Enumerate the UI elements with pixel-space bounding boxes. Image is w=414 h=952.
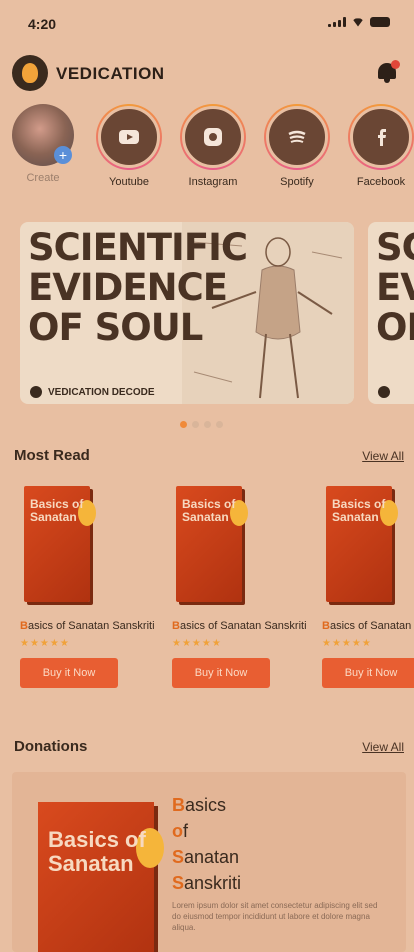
book-cover-image[interactable]: Basics of Sanatan xyxy=(24,486,96,602)
most-read-list: Basics of Sanatan Basics of Sanatan Sans… xyxy=(0,482,414,692)
donation-description: Lorem ipsum dolor sit amet consectetur a… xyxy=(172,901,378,932)
spotify-icon xyxy=(266,106,328,168)
add-story-icon[interactable]: + xyxy=(54,146,72,164)
section-title: Most Read xyxy=(14,447,90,464)
buy-now-button[interactable]: Buy it Now xyxy=(20,658,118,688)
carousel-dot[interactable] xyxy=(204,421,211,428)
rating-stars: ★★★★★ xyxy=(172,638,222,649)
brand-mini-icon xyxy=(30,386,42,398)
banner-title-next: SC EV OF xyxy=(376,226,414,349)
status-bar: 4:20 xyxy=(0,0,414,48)
app-header: VEDICATION xyxy=(12,54,402,92)
book-cover-image[interactable]: Basics of Sanatan xyxy=(176,486,248,602)
title-line: Sanatan xyxy=(172,847,240,867)
rating-stars: ★★★★★ xyxy=(20,638,70,649)
notification-dot xyxy=(391,60,400,69)
wifi-icon xyxy=(352,18,364,27)
rating-stars: ★★★★★ xyxy=(322,638,372,649)
stories-row: + Create Youtube Instagram Spotify Faceb… xyxy=(0,100,414,200)
donations-header: Donations View All xyxy=(14,738,404,758)
story-label: Create xyxy=(26,172,60,184)
banner-footer: VEDICATION DECODE xyxy=(30,386,155,398)
cover-text: Basics of Sanatan xyxy=(332,497,386,524)
cover-text: Basics of Sanatan xyxy=(182,497,236,524)
story-instagram[interactable]: Instagram xyxy=(178,104,248,188)
banner-card-next[interactable]: SC EV OF xyxy=(368,222,414,404)
story-youtube[interactable]: Youtube xyxy=(94,104,164,188)
book-title: Basics of Sanatan Sanskriti xyxy=(20,620,155,632)
donation-book-title: Basics of Sanatan Sanskriti xyxy=(172,792,241,896)
carousel-dot[interactable] xyxy=(180,421,187,428)
facebook-icon xyxy=(350,106,412,168)
story-label: Instagram xyxy=(188,176,238,188)
buy-now-button[interactable]: Buy it Now xyxy=(322,658,414,688)
banner-footer-text: VEDICATION DECODE xyxy=(48,386,155,398)
view-all-link[interactable]: View All xyxy=(362,740,404,754)
brand-name: VEDICATION xyxy=(56,64,165,83)
cover-text: Basics of Sanatan xyxy=(48,827,146,876)
battery-icon xyxy=(370,17,390,27)
carousel-dot[interactable] xyxy=(216,421,223,428)
app-logo-icon[interactable] xyxy=(12,55,48,91)
story-spotify[interactable]: Spotify xyxy=(262,104,332,188)
banner-title: SCIENTIFIC EVIDENCE OF SOUL xyxy=(28,226,248,349)
notification-bell-icon[interactable] xyxy=(376,60,400,84)
signal-icon xyxy=(328,17,346,27)
carousel-dot[interactable] xyxy=(192,421,199,428)
instagram-icon xyxy=(182,106,244,168)
story-facebook[interactable]: Facebook xyxy=(346,104,414,188)
section-title: Donations xyxy=(14,738,88,755)
story-label: Facebook xyxy=(356,176,406,188)
donation-book-cover-image[interactable]: Basics of Sanatan xyxy=(38,802,164,952)
banner-footer-next xyxy=(378,386,390,398)
buy-now-button[interactable]: Buy it Now xyxy=(172,658,270,688)
most-read-header: Most Read View All xyxy=(14,447,404,467)
book-title: Basics of Sanatan Sanskriti xyxy=(322,620,414,632)
story-label: Spotify xyxy=(280,176,314,188)
status-icons xyxy=(328,17,390,27)
book-title: Basics of Sanatan Sanskriti xyxy=(172,620,307,632)
story-create[interactable]: + Create xyxy=(8,104,78,184)
youtube-icon xyxy=(98,106,160,168)
book-cover-image[interactable]: Basics of Sanatan xyxy=(326,486,398,602)
status-time: 4:20 xyxy=(28,16,57,32)
title-line: Sanskriti xyxy=(172,873,242,893)
banner-card[interactable]: SCIENTIFIC EVIDENCE OF SOUL VEDICATION D… xyxy=(20,222,354,404)
view-all-link[interactable]: View All xyxy=(362,449,404,463)
donation-card[interactable]: Basics of Sanatan Basics of Sanatan Sans… xyxy=(12,772,406,952)
title-line: of xyxy=(172,821,189,841)
carousel-indicator xyxy=(180,421,223,428)
title-line: Basics xyxy=(172,795,227,815)
profile-avatar[interactable]: + xyxy=(12,104,74,166)
story-label: Youtube xyxy=(109,176,149,188)
cover-text: Basics of Sanatan xyxy=(30,497,84,524)
